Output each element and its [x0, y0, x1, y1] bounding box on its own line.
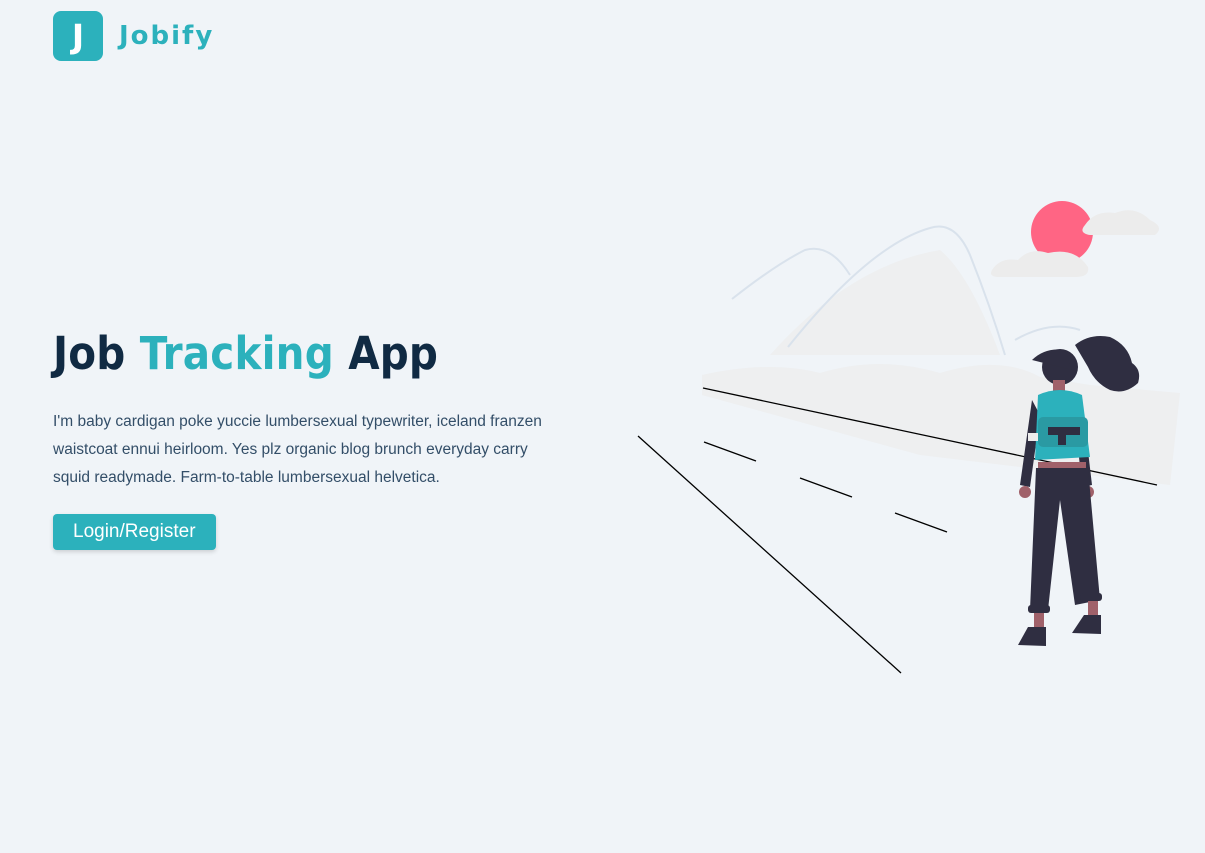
- title-accent-tracking: Tracking: [139, 327, 334, 380]
- logo-text[interactable]: Jobify: [119, 21, 214, 51]
- cloud-icon: [991, 251, 1089, 277]
- road-dash-3: [894, 512, 948, 533]
- logo-letter: J: [71, 16, 85, 56]
- hill-outline: [731, 247, 851, 300]
- page-title: Job Tracking App: [53, 326, 573, 382]
- cloud-icon-2: [1082, 210, 1159, 235]
- hero-description: I'm baby cardigan poke yuccie lumbersexu…: [53, 413, 542, 486]
- woman-with-backpack-road-illustration: [637, 201, 1180, 674]
- landing-page: J Jobify Job Tracking App I'm baby cardi…: [0, 0, 1205, 853]
- hill-outline-small: [1014, 325, 1081, 341]
- login-register-button[interactable]: Login/Register: [53, 514, 216, 550]
- hero-info: Job Tracking App I'm baby cardigan poke …: [53, 326, 573, 550]
- title-part-job: Job: [53, 327, 126, 380]
- title-part-app: App: [348, 327, 439, 380]
- road-dash-2: [799, 477, 853, 498]
- road-dash-1: [703, 441, 757, 462]
- mountain-fill: [770, 250, 1000, 355]
- road-edge-near: [637, 435, 902, 674]
- logo-icon[interactable]: J: [53, 11, 103, 61]
- navbar: J Jobify: [53, 11, 214, 61]
